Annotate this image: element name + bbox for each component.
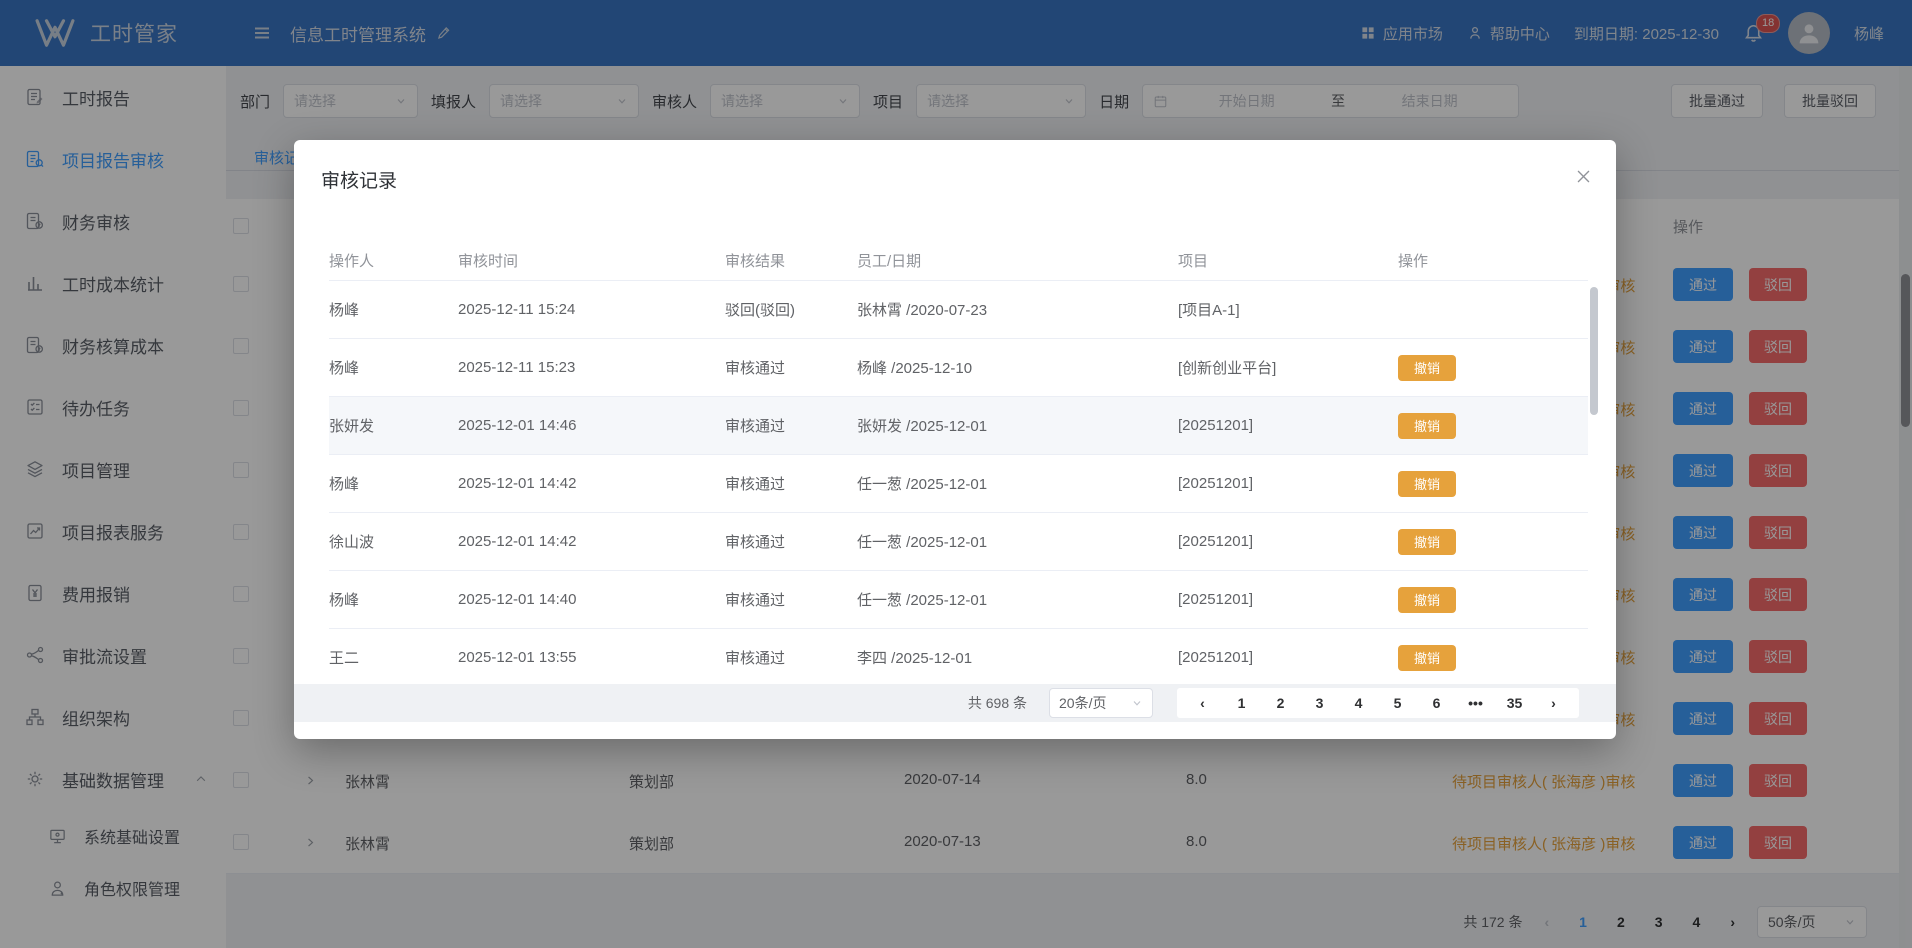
page-number[interactable]: 6 xyxy=(1417,695,1456,711)
project-cell: [20251201] xyxy=(1178,533,1398,550)
column-employee-date: 员工/日期 xyxy=(857,250,1178,271)
audit-result-cell: 审核通过 xyxy=(725,647,857,668)
page-number[interactable]: ••• xyxy=(1456,695,1495,711)
audit-result-cell: 审核通过 xyxy=(725,357,857,378)
employee-date-cell: 李四 /2025-12-01 xyxy=(857,647,1178,668)
revoke-button[interactable]: 撤销 xyxy=(1398,529,1456,555)
audit-time-cell: 2025-12-01 14:42 xyxy=(458,533,725,550)
employee-date-cell: 任一葱 /2025-12-01 xyxy=(857,473,1178,494)
page-number[interactable]: 4 xyxy=(1339,695,1378,711)
modal-scrollbar-thumb[interactable] xyxy=(1590,287,1598,415)
revoke-button[interactable]: 撤销 xyxy=(1398,587,1456,613)
audit-records-modal: 审核记录 操作人 审核时间 审核结果 员工/日期 项目 操作 杨峰 2025-1… xyxy=(294,140,1616,739)
modal-total-count: 共 698 条 xyxy=(968,693,1027,713)
audit-record-row: 杨峰 2025-12-01 14:42 审核通过 任一葱 /2025-12-01… xyxy=(329,455,1588,513)
column-audit-time: 审核时间 xyxy=(458,250,725,271)
column-audit-result: 审核结果 xyxy=(725,250,857,271)
audit-result-cell: 审核通过 xyxy=(725,473,857,494)
audit-record-row: 王二 2025-12-01 13:55 审核通过 李四 /2025-12-01 … xyxy=(329,629,1588,685)
modal-table-body: 杨峰 2025-12-11 15:24 驳回(驳回) 张林霄 /2020-07-… xyxy=(329,281,1588,685)
audit-record-row: 张妍发 2025-12-01 14:46 审核通过 张妍发 /2025-12-0… xyxy=(329,397,1588,455)
modal-table-header: 操作人 审核时间 审核结果 员工/日期 项目 操作 xyxy=(329,240,1588,281)
modal-page-list: ‹123456•••35› xyxy=(1177,688,1579,718)
operator-cell: 杨峰 xyxy=(329,473,458,494)
employee-date-cell: 任一葱 /2025-12-01 xyxy=(857,531,1178,552)
page-number[interactable]: 5 xyxy=(1378,695,1417,711)
audit-result-cell: 驳回(驳回) xyxy=(725,299,857,320)
revoke-button[interactable]: 撤销 xyxy=(1398,471,1456,497)
operator-cell: 杨峰 xyxy=(329,589,458,610)
operator-cell: 张妍发 xyxy=(329,415,458,436)
audit-time-cell: 2025-12-01 14:40 xyxy=(458,591,725,608)
operator-cell: 杨峰 xyxy=(329,357,458,378)
audit-record-row: 徐山波 2025-12-01 14:42 审核通过 任一葱 /2025-12-0… xyxy=(329,513,1588,571)
audit-time-cell: 2025-12-01 14:46 xyxy=(458,417,725,434)
modal-title: 审核记录 xyxy=(321,166,397,193)
project-cell: [20251201] xyxy=(1178,649,1398,666)
employee-date-cell: 任一葱 /2025-12-01 xyxy=(857,589,1178,610)
audit-time-cell: 2025-12-01 14:42 xyxy=(458,475,725,492)
column-operator: 操作人 xyxy=(329,250,458,271)
operator-cell: 杨峰 xyxy=(329,299,458,320)
audit-record-row: 杨峰 2025-12-01 14:40 审核通过 任一葱 /2025-12-01… xyxy=(329,571,1588,629)
page-number[interactable]: 2 xyxy=(1261,695,1300,711)
page-number[interactable]: 35 xyxy=(1495,695,1534,711)
audit-time-cell: 2025-12-11 15:23 xyxy=(458,359,725,376)
revoke-button[interactable]: 撤销 xyxy=(1398,645,1456,671)
page-number[interactable]: › xyxy=(1534,695,1573,711)
audit-record-row: 杨峰 2025-12-11 15:23 审核通过 杨峰 /2025-12-10 … xyxy=(329,339,1588,397)
project-cell: [20251201] xyxy=(1178,591,1398,608)
modal-footer: 共 698 条 20条/页 ‹123456•••35› xyxy=(294,684,1616,722)
revoke-button[interactable]: 撤销 xyxy=(1398,355,1456,381)
project-cell: [20251201] xyxy=(1178,475,1398,492)
audit-time-cell: 2025-12-01 13:55 xyxy=(458,649,725,666)
column-action: 操作 xyxy=(1398,250,1588,271)
project-cell: [20251201] xyxy=(1178,417,1398,434)
project-cell: [项目A-1] xyxy=(1178,299,1398,320)
audit-result-cell: 审核通过 xyxy=(725,415,857,436)
employee-date-cell: 张林霄 /2020-07-23 xyxy=(857,299,1178,320)
modal-table: 操作人 审核时间 审核结果 员工/日期 项目 操作 杨峰 2025-12-11 … xyxy=(329,240,1588,685)
close-icon[interactable] xyxy=(1575,168,1592,185)
audit-result-cell: 审核通过 xyxy=(725,589,857,610)
employee-date-cell: 张妍发 /2025-12-01 xyxy=(857,415,1178,436)
page-number[interactable]: 1 xyxy=(1222,695,1261,711)
operator-cell: 徐山波 xyxy=(329,531,458,552)
revoke-button[interactable]: 撤销 xyxy=(1398,413,1456,439)
column-project: 项目 xyxy=(1178,250,1398,271)
page-number[interactable]: ‹ xyxy=(1183,695,1222,711)
audit-record-row: 杨峰 2025-12-11 15:24 驳回(驳回) 张林霄 /2020-07-… xyxy=(329,281,1588,339)
screen: 工时管家 信息工时管理系统 应用市场 帮助中心 到期日期: 2025-12-30… xyxy=(0,0,1912,948)
page-number[interactable]: 3 xyxy=(1300,695,1339,711)
project-cell: [创新创业平台] xyxy=(1178,357,1398,378)
modal-page-size-select[interactable]: 20条/页 xyxy=(1049,688,1153,718)
audit-time-cell: 2025-12-11 15:24 xyxy=(458,301,725,318)
operator-cell: 王二 xyxy=(329,647,458,668)
audit-result-cell: 审核通过 xyxy=(725,531,857,552)
chevron-down-icon xyxy=(1131,697,1143,709)
employee-date-cell: 杨峰 /2025-12-10 xyxy=(857,357,1178,378)
